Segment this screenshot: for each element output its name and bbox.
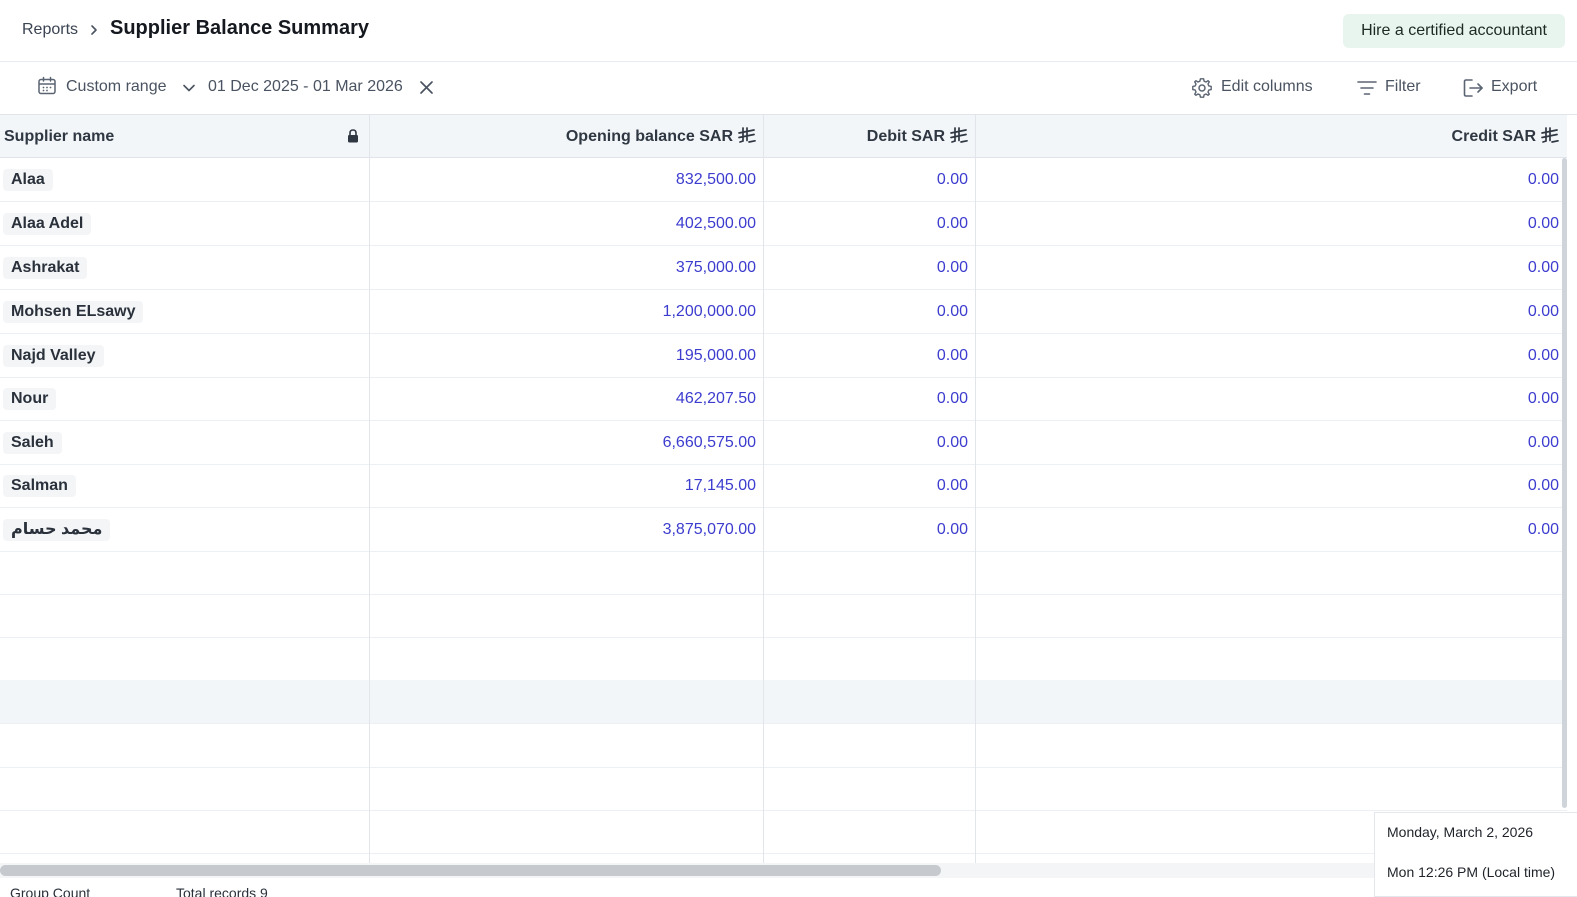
chevron-down-icon[interactable] <box>182 81 196 95</box>
column-divider[interactable] <box>763 115 764 863</box>
empty-row <box>0 594 1567 638</box>
debit-label: Debit SAR <box>866 128 945 145</box>
gear-icon[interactable] <box>1191 77 1213 99</box>
opening-balance-cell[interactable]: 17,145.00 <box>370 464 764 508</box>
clock-date: Monday, March 2, 2026 <box>1387 824 1534 840</box>
sar-currency-icon <box>1541 127 1559 143</box>
report-toolbar: Custom range 01 Dec 2025 - 01 Mar 2026 E… <box>0 62 1577 115</box>
lock-icon <box>348 129 358 143</box>
supplier-name[interactable]: Mohsen ELsawy <box>3 301 144 323</box>
chevron-right-icon <box>91 25 97 35</box>
hire-accountant-button[interactable]: Hire a certified accountant <box>1343 14 1565 48</box>
debit-cell[interactable]: 0.00 <box>764 377 976 421</box>
sar-currency-icon <box>738 127 756 143</box>
debit-cell[interactable]: 0.00 <box>764 158 976 202</box>
debit-cell[interactable]: 0.00 <box>764 202 976 246</box>
credit-label: Credit SAR <box>1451 128 1536 145</box>
table-row[interactable]: محمد حسام 3,875,070.00 0.00 0.00 <box>0 508 1567 552</box>
opening-balance-cell[interactable]: 462,207.50 <box>370 377 764 421</box>
credit-cell[interactable]: 0.00 <box>976 290 1567 334</box>
breadcrumb-reports[interactable]: Reports <box>22 21 78 39</box>
empty-row <box>0 551 1567 595</box>
table-row[interactable]: Najd Valley 195,000.00 0.00 0.00 <box>0 334 1567 378</box>
opening-balance-cell[interactable]: 195,000.00 <box>370 334 764 378</box>
supplier-name[interactable]: Nour <box>3 388 57 410</box>
opening-balance-cell[interactable]: 1,200,000.00 <box>370 290 764 334</box>
column-divider[interactable] <box>369 115 370 863</box>
opening-balance-label: Opening balance SAR <box>565 128 733 145</box>
edit-columns-button[interactable]: Edit columns <box>1221 78 1313 96</box>
page-title: Supplier Balance Summary <box>110 17 369 39</box>
column-header-debit[interactable]: Debit SAR <box>764 115 976 158</box>
export-button[interactable]: Export <box>1491 78 1537 96</box>
table-row[interactable]: Nour 462,207.50 0.00 0.00 <box>0 377 1567 421</box>
debit-cell[interactable]: 0.00 <box>764 246 976 290</box>
credit-cell[interactable]: 0.00 <box>976 464 1567 508</box>
column-header-credit[interactable]: Credit SAR <box>976 115 1567 158</box>
credit-cell[interactable]: 0.00 <box>976 202 1567 246</box>
empty-row <box>0 810 1567 854</box>
range-select[interactable]: Custom range <box>66 78 167 96</box>
credit-cell[interactable]: 0.00 <box>976 421 1567 465</box>
table-row[interactable]: Ashrakat 375,000.00 0.00 0.00 <box>0 246 1567 290</box>
table-row[interactable]: Alaa 832,500.00 0.00 0.00 <box>0 158 1567 202</box>
sar-currency-icon <box>950 127 968 143</box>
table-row[interactable]: Mohsen ELsawy 1,200,000.00 0.00 0.00 <box>0 290 1567 334</box>
empty-row <box>0 767 1567 811</box>
empty-row <box>0 637 1567 681</box>
close-icon[interactable] <box>419 80 434 95</box>
total-records: Total records 9 <box>176 885 268 897</box>
clock-time: Mon 12:26 PM (Local time) <box>1387 864 1556 880</box>
supplier-balance-table: Supplier name Opening balance SAR Debit … <box>0 115 1567 863</box>
supplier-name[interactable]: Salman <box>3 475 76 497</box>
supplier-name[interactable]: محمد حسام <box>3 519 111 541</box>
credit-cell[interactable]: 0.00 <box>976 158 1567 202</box>
credit-cell[interactable]: 0.00 <box>976 508 1567 552</box>
opening-balance-cell[interactable]: 832,500.00 <box>370 158 764 202</box>
empty-row <box>0 724 1567 768</box>
supplier-name[interactable]: Ashrakat <box>3 257 88 279</box>
credit-cell[interactable]: 0.00 <box>976 377 1567 421</box>
supplier-name[interactable]: Saleh <box>3 432 62 454</box>
supplier-name[interactable]: Alaa Adel <box>3 213 92 235</box>
empty-row <box>0 680 1567 724</box>
opening-balance-cell[interactable]: 3,875,070.00 <box>370 508 764 552</box>
table-row[interactable]: Saleh 6,660,575.00 0.00 0.00 <box>0 421 1567 465</box>
opening-balance-cell[interactable]: 6,660,575.00 <box>370 421 764 465</box>
supplier-name[interactable]: Najd Valley <box>3 345 104 367</box>
table-row[interactable]: Salman 17,145.00 0.00 0.00 <box>0 464 1567 508</box>
opening-balance-cell[interactable]: 402,500.00 <box>370 202 764 246</box>
filter-icon[interactable] <box>1357 80 1377 96</box>
clock-tooltip: Monday, March 2, 2026 Mon 12:26 PM (Loca… <box>1374 812 1577 897</box>
calendar-icon[interactable] <box>37 76 57 96</box>
group-count: Group Count <box>10 885 91 897</box>
supplier-name[interactable]: Alaa <box>3 169 53 191</box>
date-range-value[interactable]: 01 Dec 2025 - 01 Mar 2026 <box>208 78 403 96</box>
horizontal-scrollbar-thumb[interactable] <box>0 865 941 876</box>
debit-cell[interactable]: 0.00 <box>764 508 976 552</box>
credit-cell[interactable]: 0.00 <box>976 334 1567 378</box>
column-header-opening-balance[interactable]: Opening balance SAR <box>370 115 764 158</box>
export-icon[interactable] <box>1463 78 1484 98</box>
table-header: Supplier name Opening balance SAR Debit … <box>0 115 1567 158</box>
page-header: Reports Supplier Balance Summary Hire a … <box>0 0 1577 62</box>
debit-cell[interactable]: 0.00 <box>764 290 976 334</box>
debit-cell[interactable]: 0.00 <box>764 464 976 508</box>
table-row[interactable]: Alaa Adel 402,500.00 0.00 0.00 <box>0 202 1567 246</box>
debit-cell[interactable]: 0.00 <box>764 334 976 378</box>
column-divider[interactable] <box>975 115 976 863</box>
credit-cell[interactable]: 0.00 <box>976 246 1567 290</box>
filter-button[interactable]: Filter <box>1385 78 1421 96</box>
opening-balance-cell[interactable]: 375,000.00 <box>370 246 764 290</box>
debit-cell[interactable]: 0.00 <box>764 421 976 465</box>
vertical-scrollbar[interactable] <box>1562 158 1567 808</box>
column-header-supplier-name[interactable]: Supplier name <box>4 115 114 158</box>
